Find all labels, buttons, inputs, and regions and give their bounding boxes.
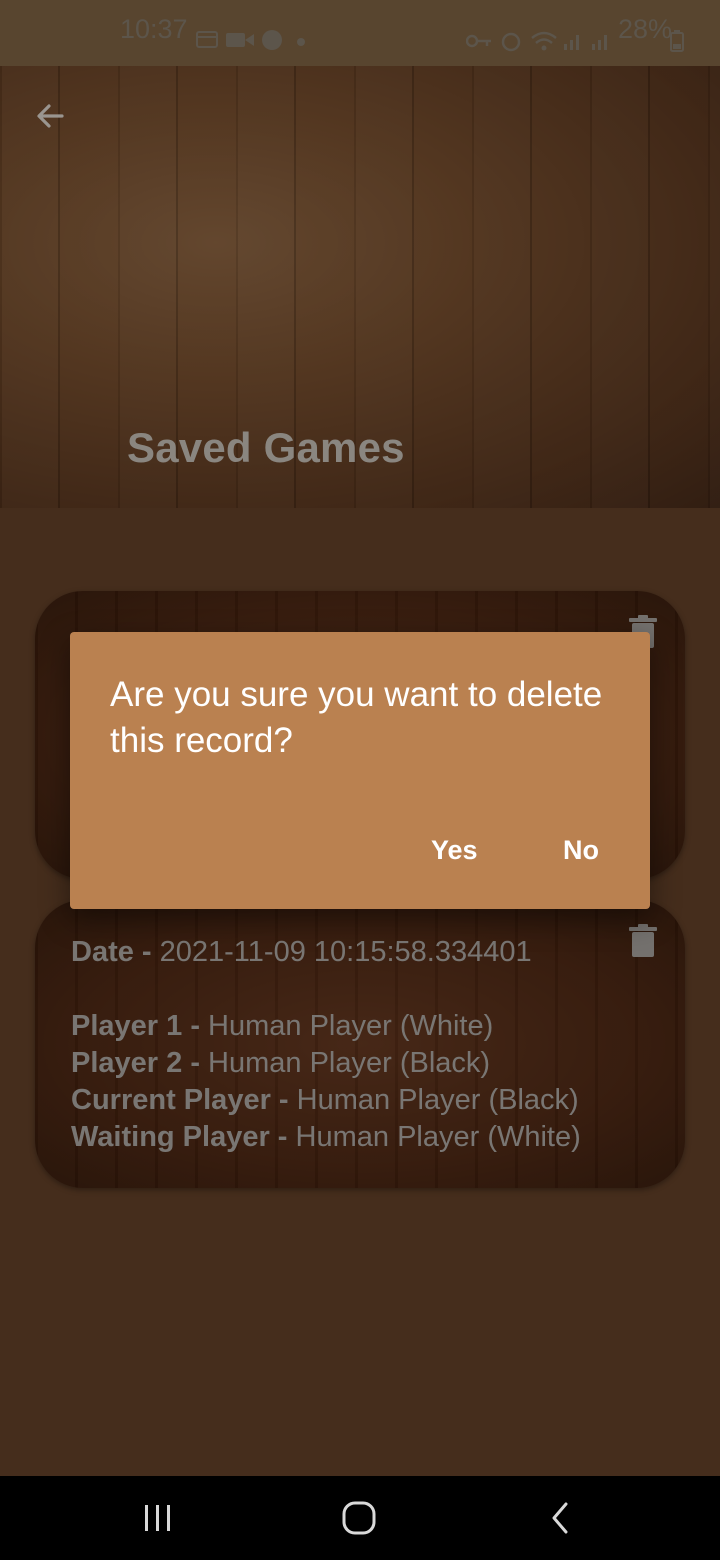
chat-icon: [262, 30, 282, 50]
delete-confirm-dialog: Are you sure you want to delete this rec…: [70, 632, 650, 909]
arrow-back-icon: [37, 104, 64, 128]
home-icon: [342, 1501, 376, 1535]
no-button[interactable]: No: [551, 828, 611, 872]
battery-percent: 28%: [618, 14, 673, 44]
status-bar-content: 10:37 28%: [0, 0, 720, 66]
key-icon: [466, 34, 491, 48]
recent-apps-button[interactable]: [98, 1476, 218, 1560]
back-icon: [552, 1502, 568, 1534]
system-nav-bar: [0, 1476, 720, 1560]
calendar-icon: [196, 31, 218, 48]
video-icon: [226, 33, 254, 47]
back-button[interactable]: [30, 96, 70, 136]
home-button[interactable]: [299, 1476, 419, 1560]
signal-icon: [564, 35, 579, 50]
nav-back-button[interactable]: [500, 1476, 620, 1560]
dot-icon: [297, 38, 305, 46]
signal-icon: [592, 35, 607, 50]
yes-button[interactable]: Yes: [419, 828, 490, 872]
alarm-icon: [501, 32, 521, 52]
page-title: Saved Games: [127, 424, 405, 471]
status-time: 10:37: [120, 14, 188, 44]
recent-apps-icon: [145, 1505, 170, 1531]
dialog-message: Are you sure you want to delete this rec…: [110, 675, 603, 760]
wifi-icon: [531, 31, 557, 51]
battery-icon: [670, 30, 684, 52]
